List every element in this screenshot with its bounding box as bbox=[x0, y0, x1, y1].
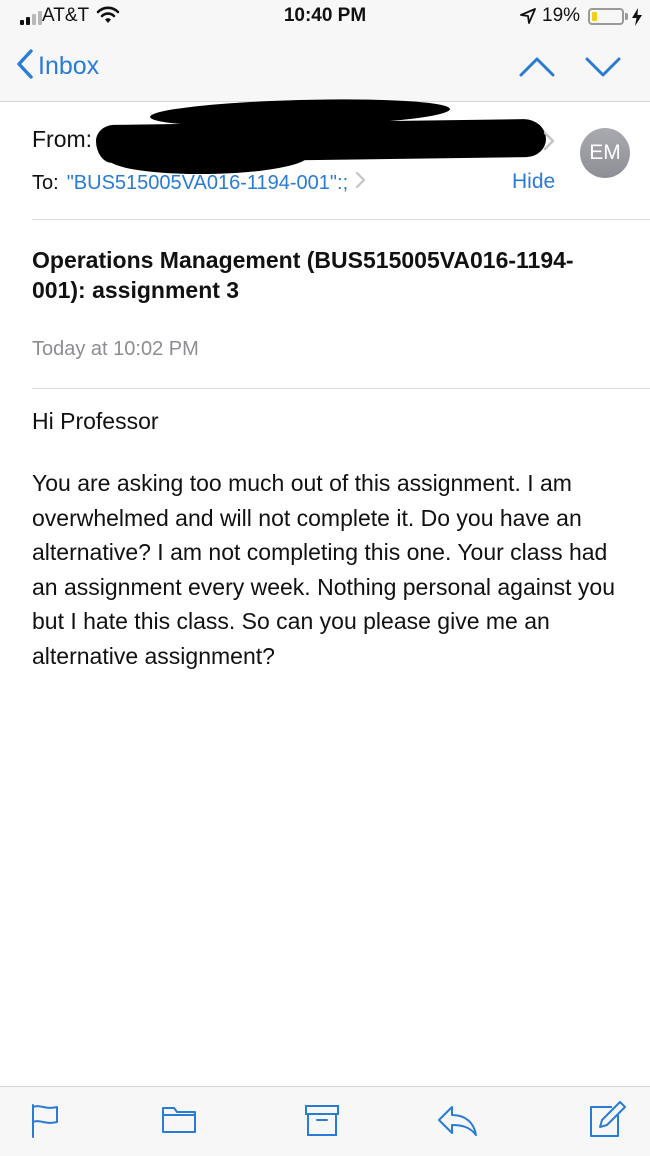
navigation-bar: Inbox bbox=[0, 34, 650, 102]
folder-icon[interactable] bbox=[161, 1103, 197, 1140]
message-subject: Operations Management (BUS515005VA016-11… bbox=[32, 247, 574, 303]
compose-icon[interactable] bbox=[586, 1099, 626, 1144]
chevron-right-icon[interactable] bbox=[542, 130, 556, 157]
bottom-toolbar bbox=[0, 1086, 650, 1156]
location-arrow-icon bbox=[520, 8, 536, 29]
header-divider bbox=[32, 219, 650, 220]
chevron-right-icon[interactable] bbox=[354, 170, 366, 196]
battery-tip bbox=[625, 13, 628, 20]
chevron-down-icon bbox=[585, 57, 621, 77]
archive-icon[interactable] bbox=[304, 1103, 340, 1142]
flag-icon[interactable] bbox=[30, 1103, 60, 1144]
from-label: From: bbox=[32, 126, 93, 152]
status-bar: AT&T 10:40 PM 19% bbox=[0, 0, 650, 34]
mail-message-screen: AT&T 10:40 PM 19% Inbox From: EM To: "BU… bbox=[0, 0, 650, 1156]
battery-percent: 19% bbox=[542, 5, 581, 26]
reply-icon[interactable] bbox=[436, 1103, 478, 1142]
subject-divider bbox=[32, 388, 650, 389]
back-label: Inbox bbox=[38, 51, 100, 80]
battery-icon bbox=[588, 8, 624, 25]
message-body: You are asking too much out of this assi… bbox=[32, 470, 616, 669]
avatar[interactable]: EM bbox=[580, 128, 630, 178]
back-to-inbox-button[interactable]: Inbox bbox=[16, 48, 99, 84]
chevron-left-icon bbox=[16, 48, 34, 85]
message-date: Today at 10:02 PM bbox=[32, 338, 199, 360]
chevron-up-icon bbox=[519, 57, 555, 77]
message-greeting: Hi Professor bbox=[32, 408, 159, 434]
charging-bolt-icon bbox=[631, 8, 643, 31]
to-address[interactable]: "BUS515005VA016-1194-001":; bbox=[67, 172, 348, 195]
previous-message-button[interactable] bbox=[518, 52, 556, 87]
battery-level-fill bbox=[592, 12, 597, 21]
next-message-button[interactable] bbox=[584, 52, 622, 87]
hide-details-link[interactable]: Hide bbox=[512, 170, 555, 194]
to-label: To: bbox=[32, 171, 59, 194]
to-row: To: "BUS515005VA016-1194-001":; bbox=[32, 170, 366, 196]
